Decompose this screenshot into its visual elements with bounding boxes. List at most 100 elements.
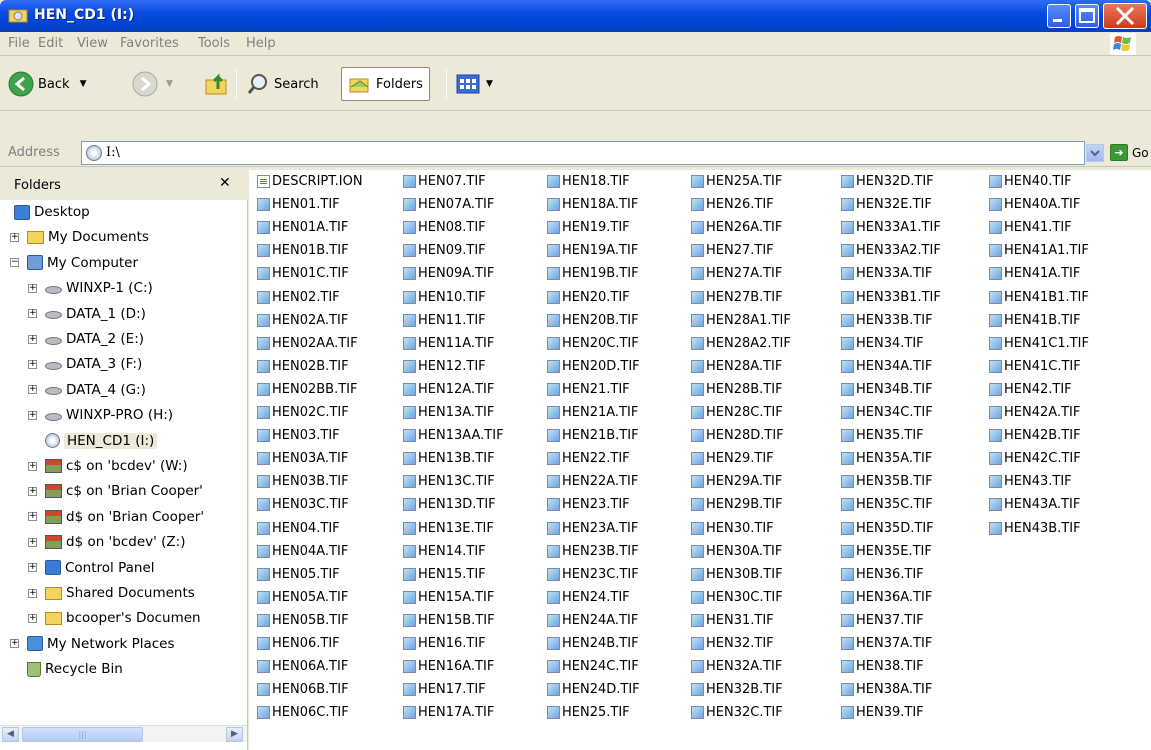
back-dropdown-icon[interactable]: ▼	[80, 79, 87, 89]
tree-expander-icon[interactable]: +	[28, 486, 37, 496]
file-item[interactable]: HEN23C.TIF	[547, 563, 639, 586]
file-item[interactable]: HEN02B.TIF	[257, 355, 349, 378]
menu-help[interactable]: Help	[246, 36, 276, 51]
horizontal-scrollbar[interactable]: ◀ ||| ▶	[0, 725, 247, 742]
tree-expander-icon[interactable]: +	[28, 537, 37, 547]
file-item[interactable]: HEN32B.TIF	[691, 678, 783, 701]
tree-expander-icon[interactable]: +	[28, 283, 37, 293]
file-item[interactable]: HEN31.TIF	[691, 609, 774, 632]
tree-item[interactable]: + Control Panel	[28, 560, 155, 576]
file-item[interactable]: HEN35C.TIF	[841, 493, 933, 516]
tree-item[interactable]: + d$ on 'bcdev' (Z:)	[28, 534, 185, 550]
back-button[interactable]: Back ▼	[8, 67, 86, 101]
tree-item[interactable]: + My Documents	[10, 229, 149, 245]
file-item[interactable]: HEN13A.TIF	[403, 401, 494, 424]
file-item[interactable]: HEN21.TIF	[547, 378, 630, 401]
file-item[interactable]: HEN35.TIF	[841, 424, 924, 447]
tree-item[interactable]: + WINXP-1 (C:)	[28, 280, 153, 296]
tree-item[interactable]: + bcooper's Documen	[28, 610, 201, 626]
file-item[interactable]: HEN36A.TIF	[841, 586, 932, 609]
file-item[interactable]: HEN35B.TIF	[841, 470, 933, 493]
folders-button[interactable]: Folders	[341, 67, 430, 101]
file-item[interactable]: HEN41B.TIF	[989, 309, 1081, 332]
file-item[interactable]: HEN26.TIF	[691, 193, 774, 216]
file-item[interactable]: HEN01A.TIF	[257, 216, 348, 239]
file-item[interactable]: HEN13D.TIF	[403, 493, 496, 516]
file-item[interactable]: HEN32D.TIF	[841, 170, 934, 193]
file-item[interactable]: HEN07A.TIF	[403, 193, 494, 216]
file-item[interactable]: HEN37A.TIF	[841, 632, 932, 655]
file-item[interactable]: HEN23B.TIF	[547, 540, 639, 563]
file-item[interactable]: HEN41C.TIF	[989, 355, 1081, 378]
file-item[interactable]: HEN33A2.TIF	[841, 239, 941, 262]
tree-expander-icon[interactable]: +	[10, 232, 19, 242]
tree-expander-icon[interactable]: +	[28, 359, 37, 369]
file-item[interactable]: HEN41B1.TIF	[989, 286, 1089, 309]
file-item[interactable]: DESCRIPT.ION	[257, 170, 363, 193]
file-item[interactable]: HEN06.TIF	[257, 632, 340, 655]
file-item[interactable]: HEN34A.TIF	[841, 355, 932, 378]
file-item[interactable]: HEN42C.TIF	[989, 447, 1081, 470]
menu-tools[interactable]: Tools	[198, 36, 230, 51]
menu-edit[interactable]: Edit	[38, 36, 63, 51]
file-item[interactable]: HEN30C.TIF	[691, 586, 783, 609]
tree-expander-icon[interactable]: +	[28, 309, 37, 319]
file-item[interactable]: HEN11A.TIF	[403, 332, 494, 355]
close-button[interactable]	[1103, 3, 1147, 29]
file-item[interactable]: HEN42B.TIF	[989, 424, 1081, 447]
scroll-right-arrow-icon[interactable]: ▶	[226, 727, 243, 742]
scroll-thumb[interactable]: |||	[22, 727, 143, 742]
file-item[interactable]: HEN32C.TIF	[691, 701, 783, 724]
file-item[interactable]: HEN34B.TIF	[841, 378, 933, 401]
file-item[interactable]: HEN35E.TIF	[841, 540, 932, 563]
file-item[interactable]: HEN02AA.TIF	[257, 332, 358, 355]
tree-item[interactable]: + d$ on 'Brian Cooper'	[28, 509, 204, 525]
file-item[interactable]: HEN21B.TIF	[547, 424, 639, 447]
file-item[interactable]: HEN28A1.TIF	[691, 309, 791, 332]
file-item[interactable]: HEN13AA.TIF	[403, 424, 504, 447]
tree-expander-icon[interactable]: +	[28, 385, 37, 395]
file-item[interactable]: HEN27A.TIF	[691, 262, 782, 285]
views-button[interactable]: ▼	[456, 67, 493, 101]
file-item[interactable]: HEN34C.TIF	[841, 401, 933, 424]
file-item[interactable]: HEN30A.TIF	[691, 540, 782, 563]
file-item[interactable]: HEN16A.TIF	[403, 655, 494, 678]
file-item[interactable]: HEN24D.TIF	[547, 678, 640, 701]
file-item[interactable]: HEN34.TIF	[841, 332, 924, 355]
file-item[interactable]: HEN12A.TIF	[403, 378, 494, 401]
file-item[interactable]: HEN10.TIF	[403, 286, 486, 309]
file-item[interactable]: HEN01B.TIF	[257, 239, 349, 262]
tree-expander-icon[interactable]: +	[28, 410, 37, 420]
file-item[interactable]: HEN35A.TIF	[841, 447, 932, 470]
file-item[interactable]: HEN33A1.TIF	[841, 216, 941, 239]
file-item[interactable]: HEN02BB.TIF	[257, 378, 357, 401]
file-item[interactable]: HEN09.TIF	[403, 239, 486, 262]
maximize-button[interactable]	[1075, 4, 1099, 28]
file-item[interactable]: HEN29B.TIF	[691, 493, 783, 516]
menu-view[interactable]: View	[77, 36, 108, 51]
file-item[interactable]: HEN20.TIF	[547, 286, 630, 309]
file-item[interactable]: HEN21A.TIF	[547, 401, 638, 424]
file-item[interactable]: HEN28B.TIF	[691, 378, 783, 401]
file-item[interactable]: HEN28C.TIF	[691, 401, 783, 424]
file-item[interactable]: HEN18A.TIF	[547, 193, 638, 216]
file-item[interactable]: HEN08.TIF	[403, 216, 486, 239]
file-item[interactable]: HEN22A.TIF	[547, 470, 638, 493]
file-item[interactable]: HEN28A.TIF	[691, 355, 782, 378]
file-item[interactable]: HEN30B.TIF	[691, 563, 783, 586]
tree-item[interactable]: + DATA_1 (D:)	[28, 306, 146, 322]
file-item[interactable]: HEN24A.TIF	[547, 609, 638, 632]
file-item[interactable]: HEN28D.TIF	[691, 424, 784, 447]
menu-favorites[interactable]: Favorites	[120, 36, 179, 51]
file-item[interactable]: HEN40A.TIF	[989, 193, 1080, 216]
file-item[interactable]: HEN41.TIF	[989, 216, 1072, 239]
file-item[interactable]: HEN32A.TIF	[691, 655, 782, 678]
file-item[interactable]: HEN43.TIF	[989, 470, 1072, 493]
tree-expander-icon[interactable]: +	[28, 461, 37, 471]
file-item[interactable]: HEN25.TIF	[547, 701, 630, 724]
file-item[interactable]: HEN13E.TIF	[403, 517, 494, 540]
file-item[interactable]: HEN05.TIF	[257, 563, 340, 586]
file-item[interactable]: HEN37.TIF	[841, 609, 924, 632]
file-item[interactable]: HEN38A.TIF	[841, 678, 932, 701]
tree-expander-icon[interactable]: +	[28, 588, 37, 598]
